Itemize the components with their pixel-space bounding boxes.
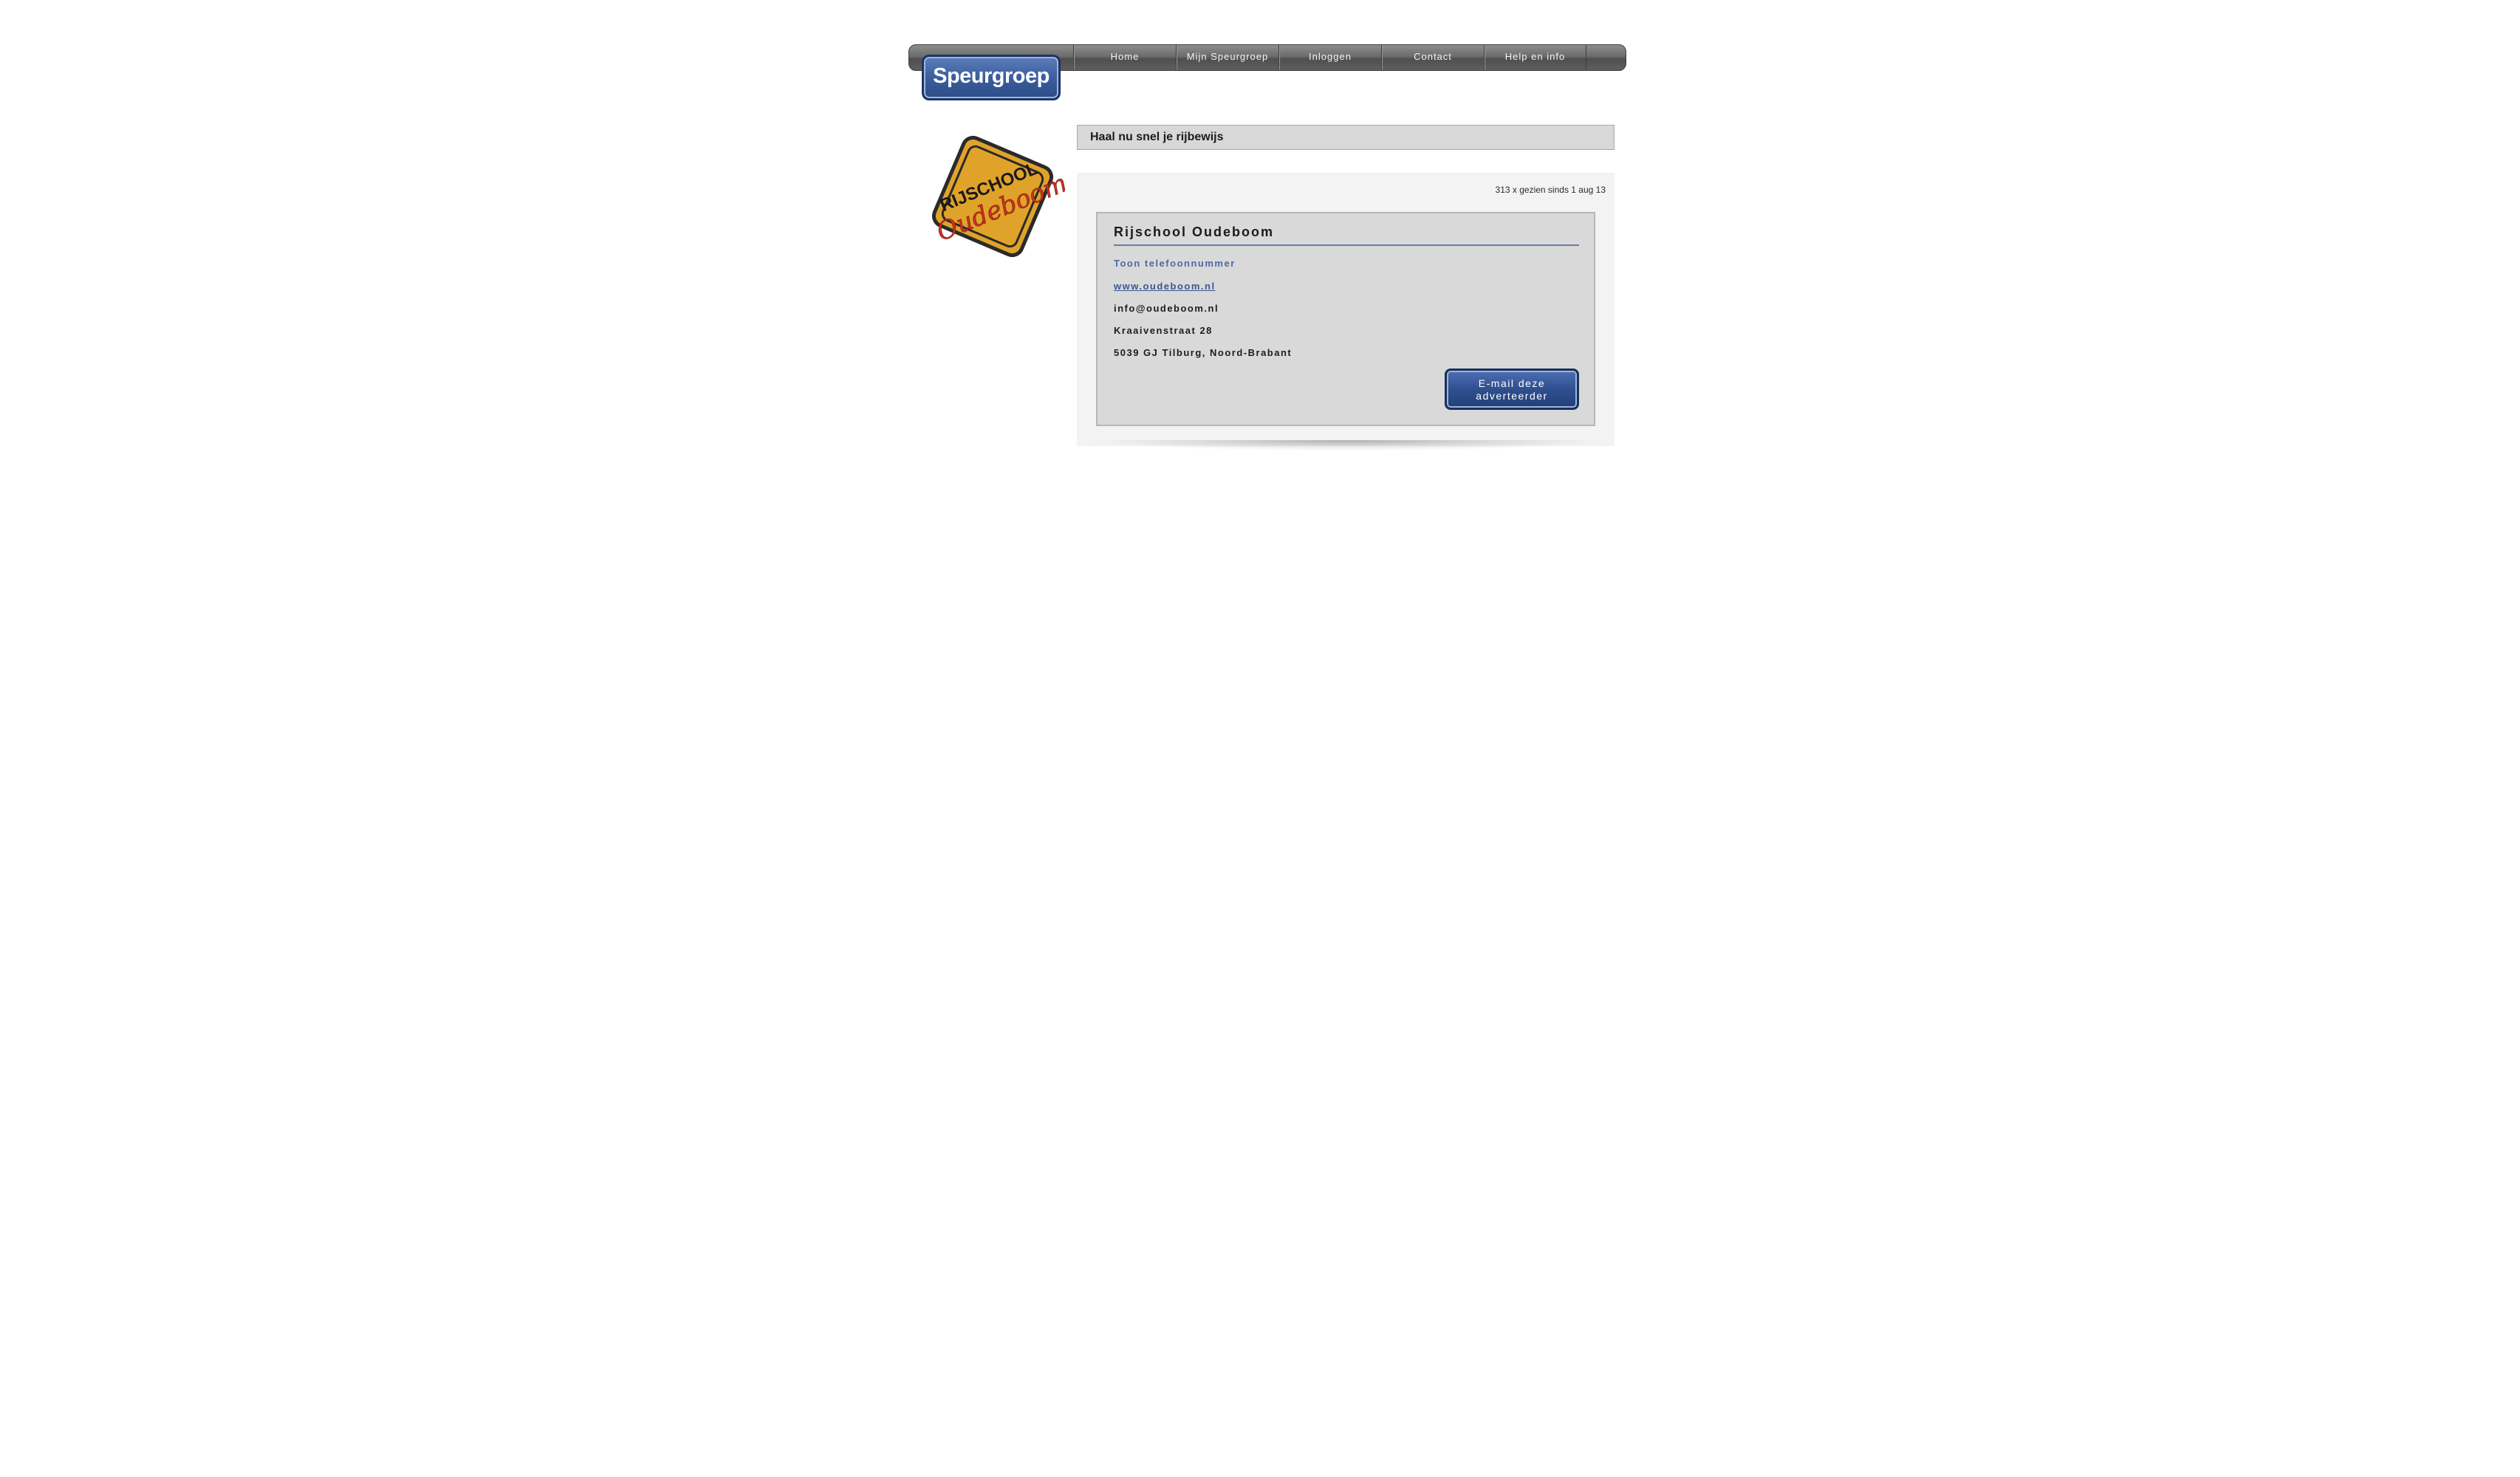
- listing-title-bar: Haal nu snel je rijbewijs: [1077, 125, 1615, 150]
- listing-title: Haal nu snel je rijbewijs: [1090, 131, 1224, 143]
- advertiser-card: Rijschool Oudeboom Toon telefoonnummer w…: [1096, 212, 1595, 426]
- advertiser-street: Kraaivenstraat 28: [1114, 325, 1213, 336]
- nav-item-contact[interactable]: Contact: [1381, 45, 1484, 70]
- view-count: 313 x gezien sinds 1 aug 13: [1495, 185, 1606, 195]
- rijschool-sign-logo: RIJSCHOOL Oudeboom: [931, 135, 1065, 258]
- nav-item-home[interactable]: Home: [1073, 45, 1176, 70]
- show-phone-link[interactable]: Toon telefoonnummer: [1114, 258, 1236, 269]
- page: Home Mijn Speurgroep Inloggen Contact He…: [0, 0, 2520, 1477]
- advertiser-name: Rijschool Oudeboom: [1114, 225, 1579, 246]
- nav-menu: Home Mijn Speurgroep Inloggen Contact He…: [1073, 45, 1586, 70]
- nav-item-inloggen[interactable]: Inloggen: [1278, 45, 1381, 70]
- advertiser-email: info@oudeboom.nl: [1114, 303, 1219, 314]
- nav-item-mijn-speurgroep[interactable]: Mijn Speurgroep: [1176, 45, 1278, 70]
- speurgroep-logo[interactable]: Speurgroep: [922, 55, 1061, 100]
- website-link[interactable]: www.oudeboom.nl: [1114, 281, 1216, 292]
- nav-item-help-en-info[interactable]: Help en info: [1484, 45, 1586, 70]
- panel-shadow: [1093, 440, 1603, 450]
- advertiser-city: 5039 GJ Tilburg, Noord-Brabant: [1114, 347, 1292, 358]
- email-advertiser-button[interactable]: E-mail deze adverteerder: [1445, 369, 1579, 410]
